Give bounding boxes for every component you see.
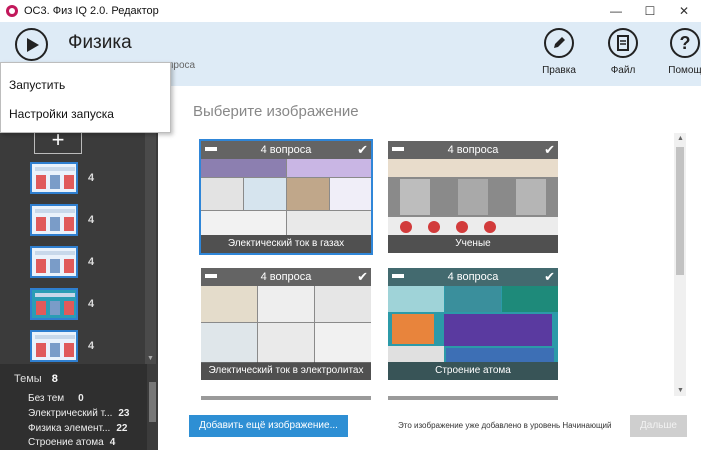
slide-thumbnail: [30, 204, 78, 236]
image-card-peek: [388, 396, 558, 400]
topic-name: Строение атома: [28, 437, 104, 448]
card-caption: Электический ток в газах: [201, 235, 371, 253]
topics-panel: Темы 8 Без тем 0 Электрический т... 23 Физи…: [0, 364, 158, 450]
image-card-scientists[interactable]: 4 вопроса ✔ Ученые: [388, 141, 558, 253]
card-question-count: 4 вопроса: [260, 144, 312, 156]
next-button[interactable]: Дальше: [630, 415, 687, 437]
card-question-count: 4 вопроса: [447, 144, 499, 156]
scroll-down-icon[interactable]: ▼: [677, 387, 684, 394]
check-icon: ✔: [544, 269, 555, 284]
scroll-down-icon[interactable]: ▼: [147, 355, 154, 362]
image-card-atom[interactable]: 4 вопроса ✔ Строение атома: [388, 268, 558, 380]
window-title: ОС3. Физ IQ 2.0. Редактор: [24, 5, 159, 17]
close-button[interactable]: ✕: [667, 0, 701, 22]
maximize-button[interactable]: ☐: [633, 0, 667, 22]
slide-thumbnail: [30, 246, 78, 278]
app-logo-icon: [6, 5, 18, 17]
scroll-thumb[interactable]: [676, 147, 684, 275]
page-title: Выберите изображение: [193, 103, 359, 120]
edit-tool-button[interactable]: Правка: [533, 28, 585, 76]
image-card-electrolytes[interactable]: 4 вопроса ✔ Электический ток в электроли…: [201, 268, 371, 380]
topic-item[interactable]: Без тем 0: [28, 393, 84, 404]
topic-count: 23: [118, 408, 130, 419]
slide-question-count: 4: [88, 214, 95, 226]
topic-name: Без тем: [28, 393, 65, 404]
menu-item-run-settings[interactable]: Настройки запуска: [9, 107, 114, 121]
slide-thumbnail: [30, 162, 78, 194]
slide-item[interactable]: 4: [30, 246, 150, 282]
file-tool-label: Файл: [610, 65, 636, 76]
images-scrollbar[interactable]: ▲ ▼: [674, 133, 686, 396]
help-tool-button[interactable]: ? Помощ: [659, 28, 701, 76]
window-controls: — ☐ ✕: [599, 0, 701, 22]
slide-question-count: 4: [88, 256, 95, 268]
check-icon: ✔: [544, 142, 555, 157]
slide-question-count: 4: [88, 172, 95, 184]
minimize-button[interactable]: —: [599, 0, 633, 22]
info-message: Это изображение уже добавлено в уровень …: [398, 421, 612, 430]
scroll-up-icon[interactable]: ▲: [677, 135, 684, 142]
topic-name: Электрический т...: [28, 408, 113, 419]
edit-tool-label: Правка: [542, 65, 576, 76]
slide-item[interactable]: 4: [30, 288, 150, 324]
menu-item-run[interactable]: Запустить: [9, 78, 65, 92]
slide-question-count: 4: [88, 298, 95, 310]
scroll-thumb[interactable]: [149, 382, 156, 422]
add-image-button[interactable]: Добавить ещё изображение...: [189, 415, 348, 437]
file-tool-button[interactable]: Файл: [597, 28, 649, 76]
card-caption: Строение атома: [388, 362, 558, 380]
slide-item[interactable]: 4: [30, 162, 150, 198]
card-question-count: 4 вопроса: [447, 271, 499, 283]
check-icon: ✔: [357, 142, 368, 157]
topics-header-label: Темы: [14, 373, 42, 385]
slide-thumbnail: [30, 288, 78, 320]
slide-thumbnail: [30, 330, 78, 362]
slides-panel: + 4 4 4 4 4 ▼ Темы 8 Без тем 0 Электрическ…: [0, 86, 158, 450]
slides-scrollbar[interactable]: ▼: [145, 126, 156, 364]
slide-item[interactable]: 4: [30, 330, 150, 366]
file-icon: [608, 28, 638, 58]
topic-item[interactable]: Электрический т... 23: [28, 408, 130, 419]
course-title: Физика: [68, 32, 132, 53]
slide-question-count: 4: [88, 340, 95, 352]
slide-item[interactable]: 4: [30, 204, 150, 240]
topics-total-count: 8: [51, 373, 58, 385]
topic-count: 0: [78, 393, 84, 404]
image-card-gases[interactable]: 4 вопроса ✔ Электический ток в газах: [199, 139, 373, 255]
card-caption: Электический ток в электролитах: [201, 362, 371, 380]
card-question-count: 4 вопроса: [260, 271, 312, 283]
image-card-peek: [201, 396, 371, 400]
topic-name: Физика элемент...: [28, 423, 111, 434]
topics-header: Темы 8: [14, 373, 58, 385]
help-tool-label: Помощ: [668, 65, 701, 76]
play-icon: [27, 37, 39, 52]
topics-scrollbar[interactable]: [147, 364, 158, 450]
check-icon: ✔: [357, 269, 368, 284]
level-label: просa: [168, 60, 196, 71]
topic-item[interactable]: Физика элемент... 22: [28, 423, 127, 434]
topic-item[interactable]: Строение атома 4: [28, 437, 115, 448]
run-menu: Запустить Настройки запуска: [0, 62, 171, 133]
window-titlebar: ОС3. Физ IQ 2.0. Редактор — ☐ ✕: [0, 0, 701, 22]
topic-count: 4: [109, 437, 116, 448]
play-button[interactable]: [15, 28, 48, 61]
pencil-icon: [544, 28, 574, 58]
card-caption: Ученые: [388, 235, 558, 253]
help-icon: ?: [670, 28, 700, 58]
topic-count: 22: [116, 423, 128, 434]
